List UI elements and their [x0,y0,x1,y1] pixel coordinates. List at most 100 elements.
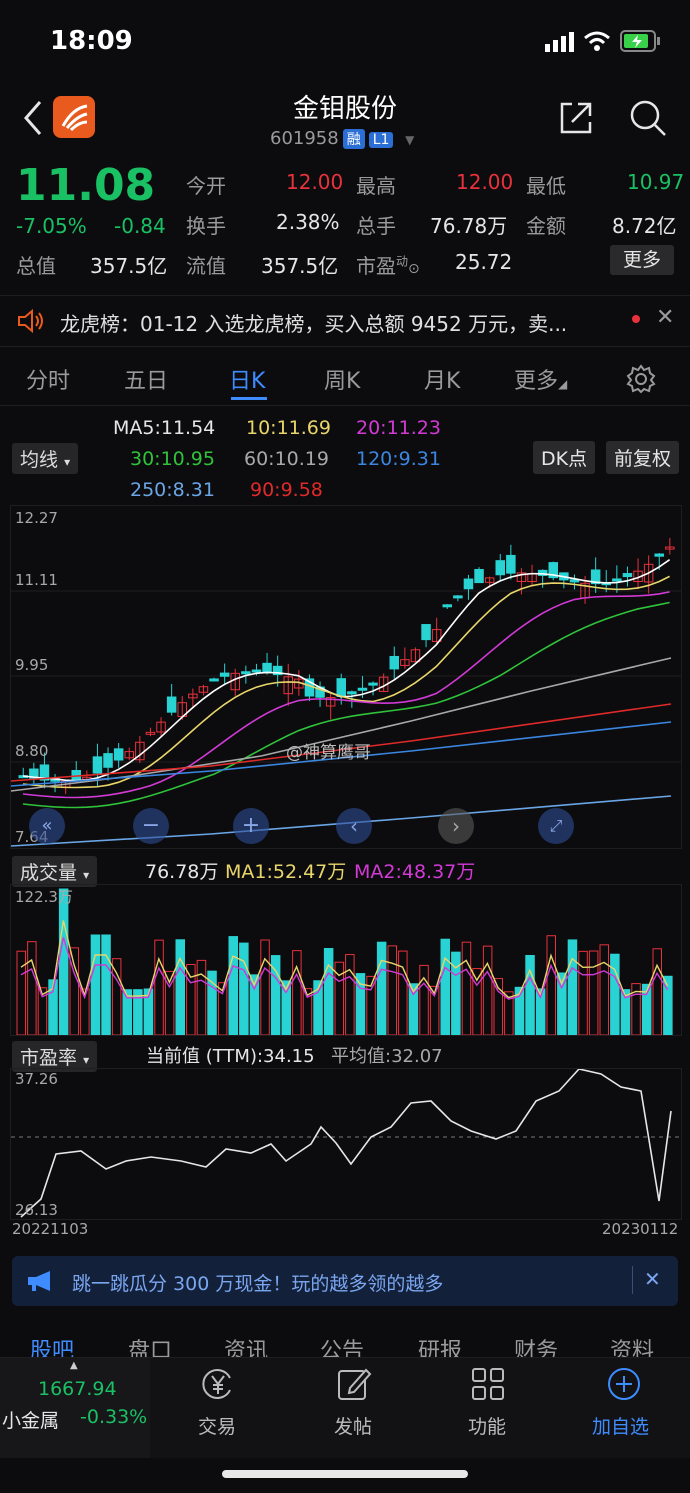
high-value: 12.00 [456,170,514,194]
kline-ylabel-top: 12.27 [15,509,58,527]
candle-body [113,748,124,761]
candle-body [347,691,357,695]
volume-bar [228,936,238,1036]
volume-bar [567,939,578,1036]
active-tab-indicator [231,397,267,400]
kline-ylabel-2: 11.11 [15,571,58,589]
fullscreen-icon[interactable]: ⤢ [538,808,574,844]
pe-average: 平均值:32.07 [331,1046,443,1067]
tab-news[interactable]: 资讯 [224,1333,268,1357]
turnover-label: 换手 [186,214,226,238]
index-value: 1667.94 [38,1378,117,1400]
promo-divider [632,1266,633,1294]
cellular-signal-icon [545,32,574,52]
tab-guba[interactable]: 股吧 [30,1333,74,1357]
tab-daily-k[interactable]: 日K [229,363,265,395]
trade-button[interactable]: 交易 [180,1366,256,1446]
change-amount: -0.84 [114,214,166,238]
volume-bar [58,888,69,1036]
volume-bar [101,934,111,1036]
tab-pankou[interactable]: 盘口 [128,1333,172,1357]
functions-button[interactable]: 功能 [450,1366,526,1446]
change-percent: -7.05% [16,214,87,238]
grid-apps-icon [472,1368,504,1400]
pe-chart: 37.26 26.13 [10,1068,682,1220]
tab-notices[interactable]: 公告 [320,1333,364,1357]
megaphone-icon [28,1271,50,1291]
scroll-right-icon[interactable]: › [438,808,474,844]
volume-value: 76.78万 [430,214,508,238]
chevron-down-icon[interactable]: ▼ [405,133,414,147]
ma120-label: 120:9.31 [356,448,441,470]
low-label: 最低 [526,174,566,198]
candle-body [92,756,103,774]
volume-bar [16,950,26,1036]
kline-chart[interactable]: 12.27 11.11 9.95 8.80 7.64 @神算鹰哥 « − + ‹… [10,505,682,849]
status-bar: 18:09 [0,0,690,80]
pe-value: 25.72 [455,250,513,274]
volume-chart: 122.3万 [10,884,682,1036]
amount-value: 8.72亿 [612,214,677,238]
kline-ylabel-4: 8.80 [15,742,49,760]
tab-intraday[interactable]: 分时 [26,363,70,395]
promo-text: 跳一跳瓜分 300 万现金！玩的越多领的越多 [72,1273,444,1295]
float-cap-label: 流值 [186,254,226,278]
open-label: 今开 [186,174,226,198]
promo-close-icon[interactable]: ✕ [644,1267,661,1291]
candle-body [654,553,664,557]
tab-five-day[interactable]: 五日 [124,363,168,395]
candle-body [474,568,484,584]
pe-date-start: 20221103 [12,1220,89,1238]
level-tag: L1 [368,132,394,148]
tab-research[interactable]: 研报 [418,1333,462,1357]
battery-icon [620,30,660,52]
close-icon[interactable]: ✕ [656,305,674,330]
settings-gear-icon[interactable] [626,364,656,394]
candle-body [262,662,272,674]
period-tabs: 分时 五日 日K 周K 月K 更多◢ [0,355,690,406]
volume-selector[interactable]: 成交量 ▾ [12,856,98,887]
total-cap-value: 357.5亿 [90,254,168,278]
volume-bar [27,941,37,1036]
zoom-out-icon[interactable]: − [133,808,169,844]
share-icon[interactable] [558,100,594,136]
candle-body [368,682,378,686]
scroll-left-fast-icon[interactable]: « [29,808,65,844]
ma-selector[interactable]: 均线 ▾ [12,443,79,474]
tab-finance[interactable]: 财务 [514,1333,558,1357]
tab-monthly-k[interactable]: 月K [424,363,460,395]
volume-bar [376,941,387,1036]
volume-bar [154,939,164,1036]
index-ticker[interactable]: ▲ 1667.94 小金属 -0.33% [0,1358,150,1458]
post-button[interactable]: 发帖 [316,1366,392,1446]
volume-bar [419,964,429,1036]
tab-profile[interactable]: 资料 [610,1333,654,1357]
volume-bar [260,939,270,1036]
last-price: 11.08 [16,160,156,211]
high-label: 最高 [356,174,396,198]
tab-weekly-k[interactable]: 周K [324,363,360,395]
volume-ymax: 122.3万 [15,888,73,906]
amount-label: 金额 [526,214,566,238]
candle-body [495,560,505,576]
index-change: -0.33% [80,1406,148,1428]
dragon-tiger-banner[interactable]: 龙虎榜：01-12 入选龙虎榜，买入总额 9452 万元，卖... ✕ [0,295,690,347]
float-cap-value: 357.5亿 [261,254,339,278]
promo-banner[interactable]: 跳一跳瓜分 300 万现金！玩的越多领的越多 ✕ [12,1256,678,1306]
add-watchlist-button[interactable]: 加自选 [586,1366,662,1446]
more-button[interactable]: 更多 [610,245,674,275]
zoom-in-icon[interactable]: + [233,808,269,844]
speaker-icon [18,308,43,334]
candle-body [166,696,177,713]
index-name: 小金属 [2,1410,60,1432]
search-icon[interactable] [628,98,668,138]
candle-body [389,655,399,670]
dk-point-button[interactable]: DK点 [533,441,596,474]
tab-more[interactable]: 更多◢ [514,363,567,395]
edit-post-icon [338,1368,372,1400]
scroll-left-icon[interactable]: ‹ [336,808,372,844]
volume-svg [16,888,673,1036]
volume-bar [186,963,196,1036]
margin-tag: 融 [342,129,365,149]
adjust-price-button[interactable]: 前复权 [606,441,680,474]
